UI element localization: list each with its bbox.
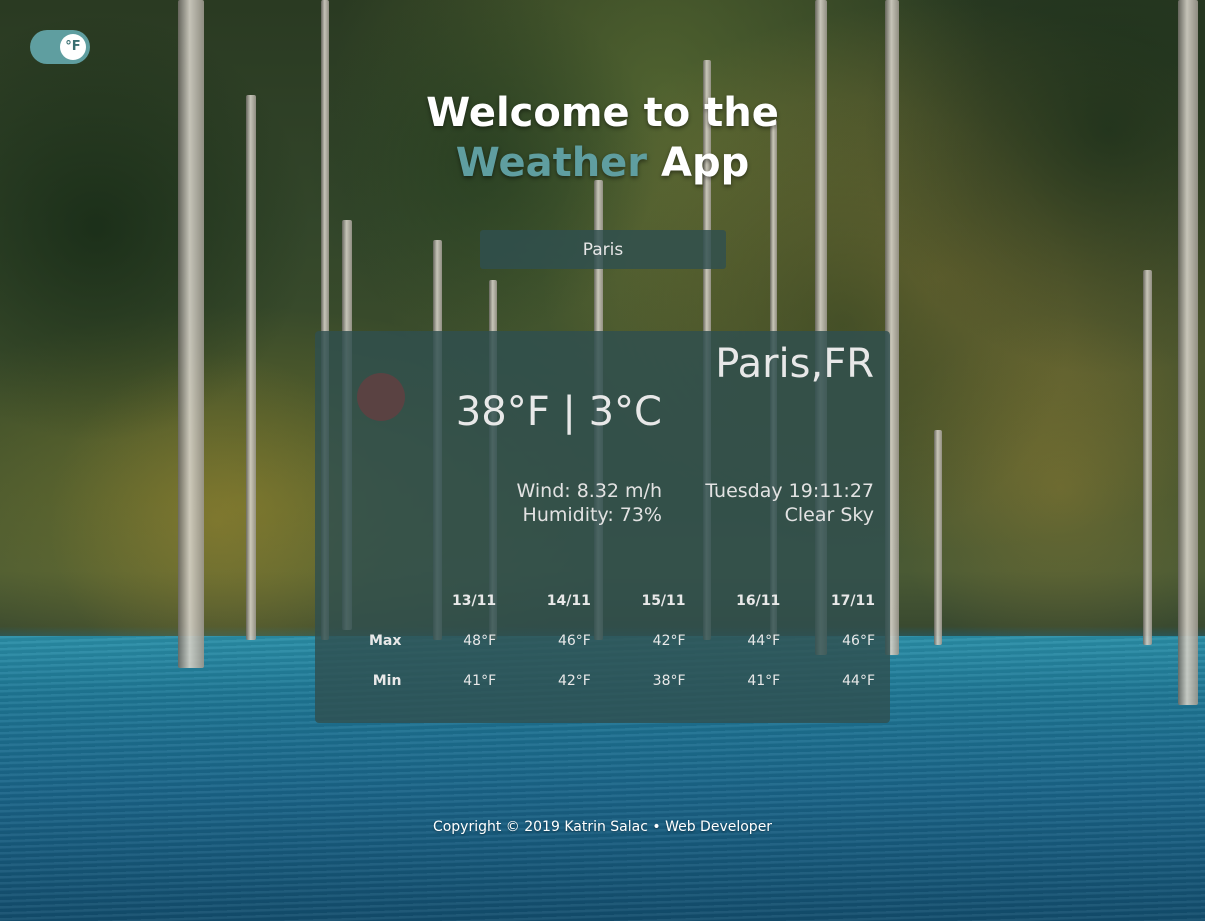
forecast-max-temp: 42°F [652,633,686,649]
max-label: Max [369,633,402,649]
tree-trunk [934,430,942,645]
weather-icon [357,373,405,421]
forecast-header-row: 13/11 14/11 15/11 16/11 17/11 [345,581,875,621]
forecast-max-temp: 48°F [463,633,497,649]
wind-speed: Wind: 8.32 m/h [516,480,663,502]
current-temperature: 38°F | 3°C [455,389,662,435]
footer-copyright: Copyright © 2019 Katrin Salac • Web Deve… [432,819,773,835]
forecast-max-temp: 46°F [842,633,875,649]
humidity: Humidity: 73% [522,504,662,526]
toggle-knob: °F [60,34,86,60]
date-description: Tuesday 19:11:27 Clear Sky [705,479,874,527]
min-label: Min [372,673,402,689]
forecast-date: 15/11 [641,593,686,609]
forecast-max-temp: 44°F [747,633,781,649]
weather-card: Paris,FR 38°F | 3°C Wind: 8.32 m/h Humid… [315,331,890,723]
forecast-min-temp: 38°F [652,673,686,689]
forecast-date: 13/11 [452,593,497,609]
title-rest: App [660,140,750,186]
forecast-date: 16/11 [736,593,781,609]
title-line-1: Welcome to the [426,90,779,136]
title-accent: Weather [455,140,648,186]
page-title: Welcome to the Weather App [0,88,1205,188]
forecast-min-temp: 42°F [557,673,591,689]
forecast-corner [345,581,401,621]
forecast-min-temp: 41°F [747,673,781,689]
city-search-input[interactable] [480,230,726,269]
title-line-2: Weather App [0,138,1205,188]
forecast-min-temp: 44°F [842,673,875,689]
forecast-max-row: Max 48°F 46°F 42°F 44°F 46°F [345,621,875,661]
forecast-max-temp: 46°F [557,633,591,649]
forecast-table: 13/11 14/11 15/11 16/11 17/11 Max 48°F 4… [345,581,875,701]
current-datetime: Tuesday 19:11:27 [705,480,874,502]
wind-humidity: Wind: 8.32 m/h Humidity: 73% [517,479,663,527]
tree-trunk [1143,270,1152,645]
forecast-min-row: Min 41°F 42°F 38°F 41°F 44°F [345,661,875,701]
sky-description: Clear Sky [784,504,874,526]
unit-label: °F [65,39,81,54]
forecast-date: 17/11 [830,593,875,609]
forecast-min-temp: 41°F [463,673,497,689]
city-name: Paris,FR [715,341,874,387]
unit-toggle[interactable]: °F [30,30,90,64]
forecast-date: 14/11 [546,593,591,609]
